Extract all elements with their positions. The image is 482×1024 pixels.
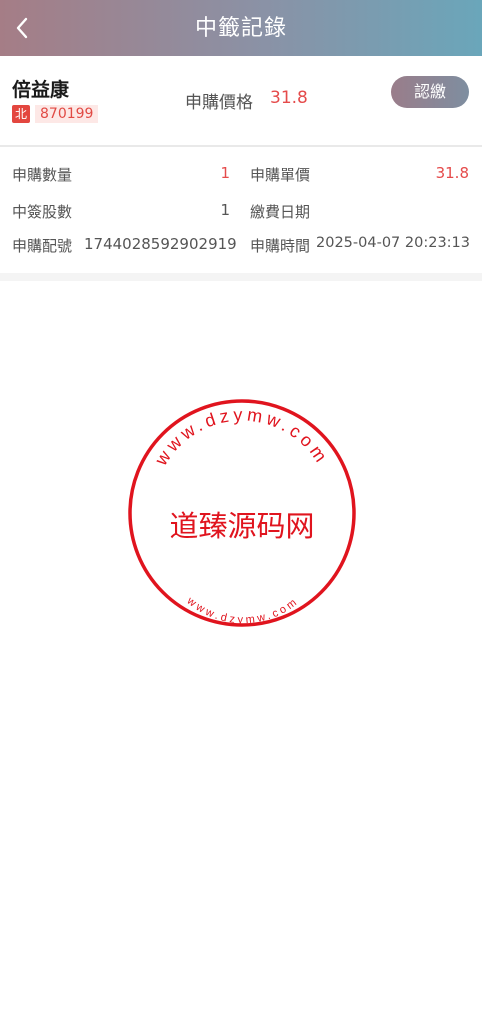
watermark-bottom-text: www.dzymw.com xyxy=(184,594,298,626)
svg-text:www.dzymw.com: www.dzymw.com xyxy=(184,594,301,626)
won-label: 中簽股數 xyxy=(12,203,73,221)
app-header: 中籤記錄 xyxy=(0,0,482,56)
pay-date-label: 繳費日期 xyxy=(250,203,311,221)
time-label: 申購時間 xyxy=(250,237,311,255)
qty-label: 申購數量 xyxy=(12,166,73,184)
alloc-label: 申購配號 xyxy=(12,237,73,255)
subscription-details: 申購數量 1 申購單價 31.8 中簽股數 1 繳費日期 申購配號 174402… xyxy=(0,147,482,273)
section-divider xyxy=(0,273,482,281)
stock-name: 倍益康 xyxy=(12,79,70,101)
price-label: 申購價格 xyxy=(185,93,253,113)
alloc-value: 1744028592902919 xyxy=(84,235,237,253)
time-value: 2025-04-07 20:23:13 xyxy=(316,235,470,251)
watermark-top-text: www.dzymw.com xyxy=(150,404,329,469)
stock-code: 870199 xyxy=(35,105,99,123)
watermark-center-text: 道臻源码网 xyxy=(169,509,314,543)
stock-summary: 倍益康 北 870199 申購價格 31.8 認繳 xyxy=(0,56,482,147)
unit-price-label: 申購單價 xyxy=(250,166,311,184)
price-value: 31.8 xyxy=(270,88,308,108)
won-value: 1 xyxy=(220,201,230,219)
page-title: 中籤記錄 xyxy=(194,16,287,41)
svg-text:www.dzymw.com: www.dzymw.com xyxy=(150,404,333,469)
qty-value: 1 xyxy=(220,164,230,182)
market-badge: 北 xyxy=(12,105,30,123)
watermark-stamp: www.dzymw.com 道臻源码网 www.dzymw.com xyxy=(126,398,358,628)
pay-button[interactable]: 認繳 xyxy=(391,76,469,108)
unit-price-value: 31.8 xyxy=(435,164,469,182)
